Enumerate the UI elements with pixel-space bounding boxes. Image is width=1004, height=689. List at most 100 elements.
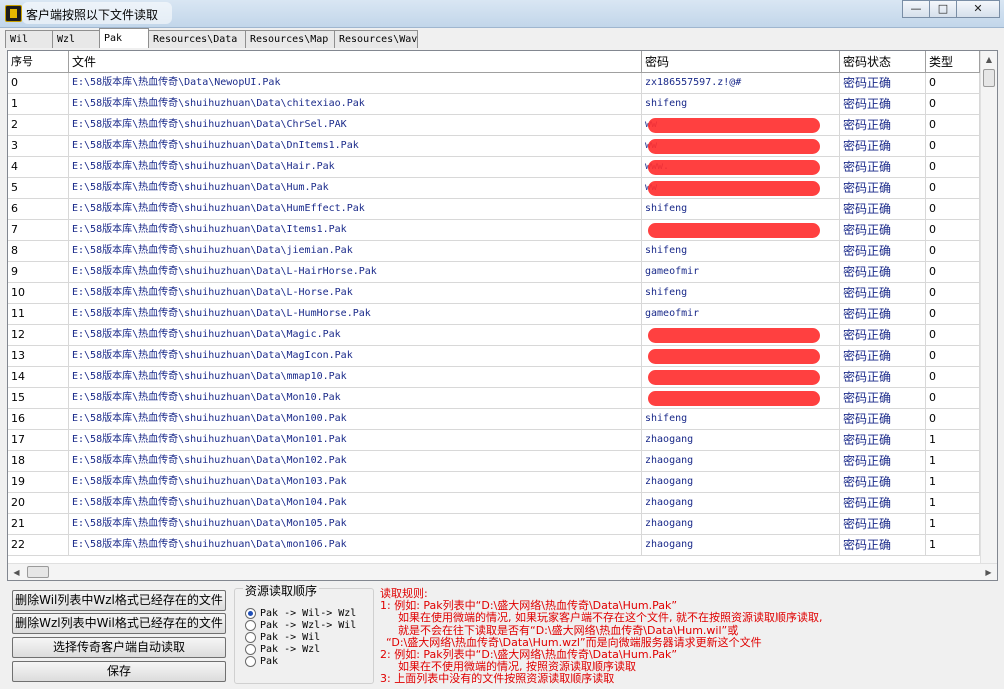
- row-file-path: E:\58版本库\热血传奇\shuihuzhuan\Data\HumEffect…: [69, 199, 642, 219]
- row-file-path: E:\58版本库\热血传奇\shuihuzhuan\Data\Mon101.Pa…: [69, 430, 642, 450]
- row-password-state: 密码正确: [840, 430, 926, 450]
- row-index: 21: [8, 514, 69, 534]
- maximize-button[interactable]: □: [929, 0, 957, 18]
- radio-icon[interactable]: [245, 643, 256, 655]
- tab-wzl[interactable]: Wzl: [52, 30, 100, 48]
- table-row[interactable]: 8 E:\58版本库\热血传奇\shuihuzhuan\Data\jiemian.…: [8, 241, 980, 262]
- tab-wil[interactable]: Wil: [5, 30, 53, 48]
- table-row[interactable]: 10 E:\58版本库\热血传奇\shuihuzhuan\Data\L-Horse…: [8, 283, 980, 304]
- table-row[interactable]: 21 E:\58版本库\热血传奇\shuihuzhuan\Data\Mon105.…: [8, 514, 980, 535]
- close-button[interactable]: ✕: [956, 0, 1000, 18]
- row-index: 6: [8, 199, 69, 219]
- table-row[interactable]: 3 E:\58版本库\热血传奇\shuihuzhuan\Data\DnItems1…: [8, 136, 980, 157]
- row-type: 1: [926, 472, 980, 492]
- table-row[interactable]: 9 E:\58版本库\热血传奇\shuihuzhuan\Data\L-HairHo…: [8, 262, 980, 283]
- redaction-mark: [648, 181, 820, 196]
- scroll-right-icon[interactable]: ▶: [980, 564, 997, 580]
- read-order-option[interactable]: Pak -> Wil: [245, 631, 320, 643]
- tab-resources-data[interactable]: Resources\Data: [148, 30, 246, 48]
- table-row[interactable]: 11 E:\58版本库\热血传奇\shuihuzhuan\Data\L-HumHo…: [8, 304, 980, 325]
- vertical-scroll-thumb[interactable]: [983, 69, 995, 87]
- tab-pak[interactable]: Pak: [99, 28, 149, 48]
- table-row[interactable]: 6 E:\58版本库\热血传奇\shuihuzhuan\Data\HumEffec…: [8, 199, 980, 220]
- table-row[interactable]: 19 E:\58版本库\热血传奇\shuihuzhuan\Data\Mon103.…: [8, 472, 980, 493]
- row-password-state: 密码正确: [840, 346, 926, 366]
- row-index: 5: [8, 178, 69, 198]
- delete-wil-duplicates-button[interactable]: 删除Wil列表中Wzl格式已经存在的文件: [12, 590, 226, 611]
- row-password-state: 密码正确: [840, 220, 926, 240]
- row-password: gameofmir: [642, 262, 840, 282]
- row-file-path: E:\58版本库\热血传奇\shuihuzhuan\Data\L-HumHors…: [69, 304, 642, 324]
- row-password-state: 密码正确: [840, 409, 926, 429]
- row-index: 8: [8, 241, 69, 261]
- row-index: 22: [8, 535, 69, 555]
- redaction-mark: [648, 223, 820, 238]
- radio-icon[interactable]: [245, 607, 256, 619]
- row-type: 0: [926, 241, 980, 261]
- save-button[interactable]: 保存: [12, 661, 226, 682]
- row-index: 10: [8, 283, 69, 303]
- delete-wzl-duplicates-button[interactable]: 删除Wzl列表中Wil格式已经存在的文件: [12, 613, 226, 634]
- table-row[interactable]: 7 E:\58版本库\热血传奇\shuihuzhuan\Data\Items1.P…: [8, 220, 980, 241]
- redaction-mark: [648, 349, 820, 364]
- row-index: 9: [8, 262, 69, 282]
- row-type: 0: [926, 388, 980, 408]
- table-row[interactable]: 4 E:\58版本库\热血传奇\shuihuzhuan\Data\Hair.Pak…: [8, 157, 980, 178]
- minimize-button[interactable]: —: [902, 0, 930, 18]
- row-password-state: 密码正确: [840, 136, 926, 156]
- row-password: shifeng: [642, 241, 840, 261]
- row-password: [642, 388, 840, 408]
- horizontal-scroll-thumb[interactable]: [27, 566, 49, 578]
- row-file-path: E:\58版本库\热血传奇\shuihuzhuan\Data\Mon100.Pa…: [69, 409, 642, 429]
- row-password-state: 密码正确: [840, 199, 926, 219]
- row-file-path: E:\58版本库\热血传奇\shuihuzhuan\Data\jiemian.P…: [69, 241, 642, 261]
- table-row[interactable]: 12 E:\58版本库\热血传奇\shuihuzhuan\Data\Magic.P…: [8, 325, 980, 346]
- table-row[interactable]: 18 E:\58版本库\热血传奇\shuihuzhuan\Data\Mon102.…: [8, 451, 980, 472]
- row-password-state: 密码正确: [840, 157, 926, 177]
- radio-icon[interactable]: [245, 619, 256, 631]
- auto-read-client-button[interactable]: 选择传奇客户端自动读取: [12, 637, 226, 658]
- title-bar: 客户端按照以下文件读取 — □ ✕: [0, 0, 1004, 28]
- radio-icon[interactable]: [245, 631, 256, 643]
- row-index: 17: [8, 430, 69, 450]
- col-header-type[interactable]: 类型: [926, 51, 980, 73]
- table-row[interactable]: 20 E:\58版本库\热血传奇\shuihuzhuan\Data\Mon104.…: [8, 493, 980, 514]
- row-type: 0: [926, 73, 980, 93]
- row-type: 0: [926, 115, 980, 135]
- vertical-scrollbar[interactable]: ▲: [980, 51, 997, 565]
- col-header-password-state[interactable]: 密码状态: [840, 51, 926, 73]
- table-row[interactable]: 13 E:\58版本库\热血传奇\shuihuzhuan\Data\MagIcon…: [8, 346, 980, 367]
- scroll-up-icon[interactable]: ▲: [981, 51, 997, 68]
- table-row[interactable]: 5E:\58版本库\热血传奇\shuihuzhuan\Data\Hum.Pakw…: [8, 178, 980, 199]
- read-order-option[interactable]: Pak -> Wil-> Wzl: [245, 607, 356, 619]
- row-file-path: E:\58版本库\热血传奇\shuihuzhuan\Data\Items1.Pa…: [69, 220, 642, 240]
- tab-resources-wav[interactable]: Resources\Wav: [334, 30, 418, 48]
- read-order-option[interactable]: Pak: [245, 655, 278, 667]
- row-index: 12: [8, 325, 69, 345]
- col-header-file[interactable]: 文件: [69, 51, 642, 73]
- row-index: 0: [8, 73, 69, 93]
- table-row[interactable]: 22 E:\58版本库\热血传奇\shuihuzhuan\Data\mon106.…: [8, 535, 980, 556]
- read-order-group: 资源读取顺序 Pak -> Wil-> Wzl Pak -> Wzl-> Wil P…: [234, 582, 374, 684]
- table-row[interactable]: 15 E:\58版本库\热血传奇\shuihuzhuan\Data\Mon10.P…: [8, 388, 980, 409]
- note-line: 就是不会在往下读取是否有“D:\盛大网络\热血传奇\Data\Hum.wil”或: [398, 623, 739, 637]
- scroll-left-icon[interactable]: ◀: [8, 564, 25, 580]
- table-row[interactable]: 1 E:\58版本库\热血传奇\shuihuzhuan\Data\chitexia…: [8, 94, 980, 115]
- radio-icon[interactable]: [245, 655, 256, 667]
- read-rules-notes: 读取规则: 1: 例如: Pak列表中“D:\盛大网络\热血传奇\Data\Hu…: [380, 587, 980, 686]
- note-line: 如果在使用微端的情况, 如果玩家客户端不存在这个文件, 就不在按照资源读取顺序读…: [398, 611, 823, 625]
- table-row[interactable]: 17 E:\58版本库\热血传奇\shuihuzhuan\Data\Mon101.…: [8, 430, 980, 451]
- table-row[interactable]: 2 E:\58版本库\热血传奇\shuihuzhuan\Data\ChrSel.P…: [8, 115, 980, 136]
- row-file-path: E:\58版本库\热血传奇\shuihuzhuan\Data\Hum.Pak: [69, 178, 642, 198]
- table-row[interactable]: 0 E:\58版本库\热血传奇\Data\NewopUI.Pak zx1865575…: [8, 73, 980, 94]
- table-row[interactable]: 16 E:\58版本库\热血传奇\shuihuzhuan\Data\Mon100.…: [8, 409, 980, 430]
- row-type: 1: [926, 493, 980, 513]
- col-header-password[interactable]: 密码: [642, 51, 840, 73]
- read-order-option[interactable]: Pak -> Wzl: [245, 643, 320, 655]
- col-header-index[interactable]: 序号: [8, 51, 69, 73]
- table-row[interactable]: 14 E:\58版本库\热血传奇\shuihuzhuan\Data\mmap10.…: [8, 367, 980, 388]
- tab-resources-map[interactable]: Resources\Map: [245, 30, 335, 48]
- row-index: 13: [8, 346, 69, 366]
- horizontal-scrollbar[interactable]: ◀ ▶: [8, 563, 997, 580]
- read-order-option[interactable]: Pak -> Wzl-> Wil: [245, 619, 356, 631]
